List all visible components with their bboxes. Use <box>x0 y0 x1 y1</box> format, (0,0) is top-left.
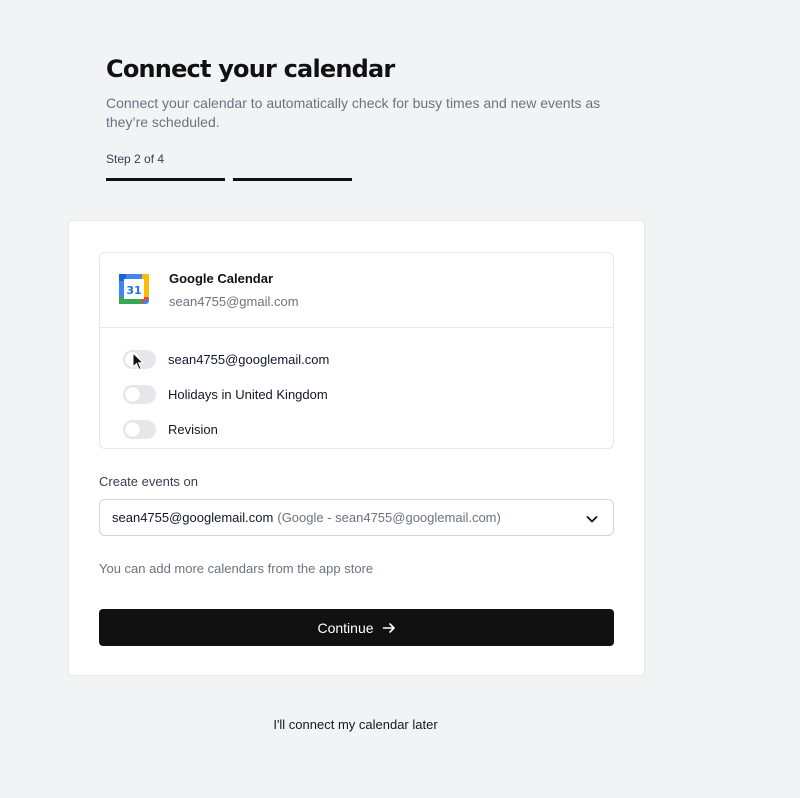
arrow-right-icon <box>382 622 395 633</box>
account-email: sean4755@gmail.com <box>169 294 299 309</box>
continue-label: Continue <box>317 619 374 636</box>
calendar-item-label: sean4755@googlemail.com <box>168 352 330 367</box>
onboarding-card: 31 Google Calendar sean4755@gmail.com se… <box>68 220 645 676</box>
create-events-select[interactable]: sean4755@googlemail.com (Google - sean47… <box>99 499 614 536</box>
chevron-down-icon <box>586 516 598 523</box>
calendar-item-label: Revision <box>168 422 218 437</box>
calendar-item: Revision <box>100 412 613 447</box>
calendar-connection: 31 Google Calendar sean4755@gmail.com se… <box>99 252 614 449</box>
calendar-account-header: 31 Google Calendar sean4755@gmail.com <box>100 253 613 328</box>
connect-later-link[interactable]: I'll connect my calendar later <box>0 717 711 732</box>
app-store-hint: You can add more calendars from the app … <box>99 561 374 576</box>
calendar-toggle[interactable] <box>123 420 156 439</box>
calendar-icon-number: 31 <box>126 284 141 297</box>
provider-name: Google Calendar <box>169 271 274 286</box>
calendar-toggle[interactable] <box>123 385 156 404</box>
calendar-item-label: Holidays in United Kingdom <box>168 387 328 402</box>
page-title: Connect your calendar <box>106 55 395 83</box>
create-events-label: Create events on <box>99 474 199 489</box>
toggle-knob <box>125 422 140 437</box>
toggle-knob <box>125 387 140 402</box>
page-subtitle: Connect your calendar to automatically c… <box>106 95 601 130</box>
selected-calendar: sean4755@googlemail.com <box>112 510 274 525</box>
progress-segment <box>233 178 352 181</box>
step-progress <box>106 178 626 181</box>
calendar-item: Holidays in United Kingdom <box>100 377 613 412</box>
page-header: Connect your calendar Connect your calen… <box>106 54 626 181</box>
selected-calendar-detail: (Google - sean4755@googlemail.com) <box>277 510 501 525</box>
progress-segment <box>106 178 225 181</box>
calendar-item: sean4755@googlemail.com <box>100 342 613 377</box>
calendar-list: sean4755@googlemail.com Holidays in Unit… <box>100 328 613 447</box>
mouse-cursor-icon <box>132 352 145 371</box>
step-indicator: Step 2 of 4 <box>106 152 165 166</box>
continue-button[interactable]: Continue <box>99 609 614 646</box>
google-calendar-icon: 31 <box>119 274 149 304</box>
